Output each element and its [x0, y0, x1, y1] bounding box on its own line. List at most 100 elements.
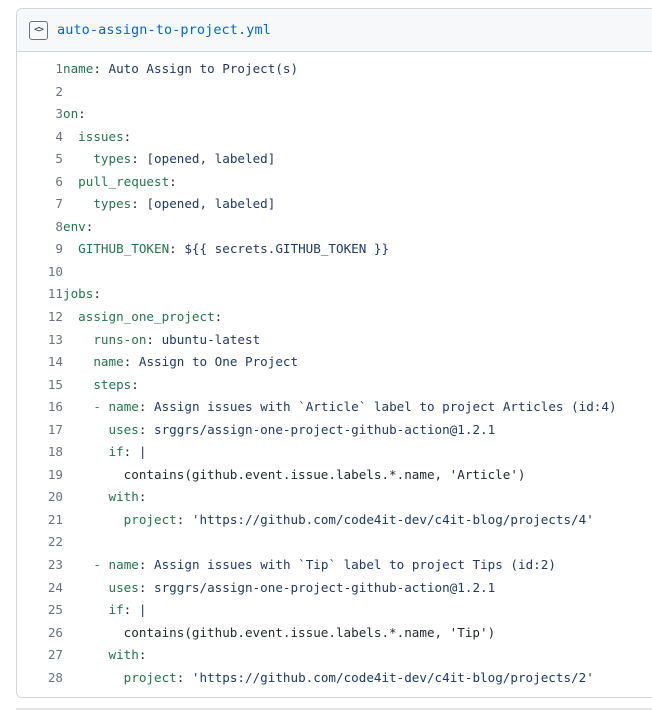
line-number: 23 — [47, 557, 63, 573]
code-line: 7 types: [opened, labeled] — [17, 193, 652, 216]
line-content[interactable]: steps: — [63, 374, 652, 397]
code-token-punct: : — [78, 106, 86, 122]
code-token-punct: : — [169, 241, 177, 257]
line-number: 4 — [55, 128, 63, 144]
line-number: 11 — [47, 286, 63, 302]
code-token-punct: : — [169, 173, 177, 189]
line-number: 17 — [47, 421, 63, 437]
line-content[interactable] — [63, 531, 652, 554]
line-number: 16 — [47, 399, 63, 415]
line-number: 24 — [47, 579, 63, 595]
line-content[interactable]: assign_one_project: — [63, 306, 652, 329]
line-content[interactable]: if: | — [63, 599, 652, 622]
code-token-key: assign_one_project — [78, 309, 215, 325]
line-content[interactable]: env: — [63, 216, 652, 239]
code-rows: 1 name: Auto Assign to Project(s) 2 3 on: 4 … — [17, 58, 652, 689]
line-number: 3 — [55, 106, 63, 122]
line-number: 7 — [55, 196, 63, 212]
code-token-val: Assign issues with `Tip` label to projec… — [146, 557, 556, 573]
code-line: 27 with: — [17, 644, 652, 667]
code-token-key: jobs — [63, 286, 94, 302]
line-content[interactable]: issues: — [63, 126, 652, 149]
code-line: 28 project: 'https://github.com/code4it-… — [17, 667, 652, 690]
line-content[interactable] — [63, 81, 652, 104]
line-content[interactable]: uses: srggrs/assign-one-project-github-a… — [63, 577, 652, 600]
code-token-punct: : — [131, 151, 139, 167]
code-token-val: srggrs/assign-one-project-github-action@… — [146, 421, 496, 437]
code-token-key: name — [108, 399, 139, 415]
line-content[interactable]: with: — [63, 644, 652, 667]
code-line: 26 contains(github.event.issue.labels.*.… — [17, 622, 652, 645]
code-token-val: Auto Assign to Project(s) — [100, 61, 299, 76]
code-line: 5 types: [opened, labeled] — [17, 148, 652, 171]
code-line: 12 assign_one_project: — [17, 306, 652, 329]
code-token-key: types — [93, 196, 132, 212]
code-token-punct: : — [85, 218, 94, 234]
code-token-val: Assign to One Project — [131, 354, 299, 370]
file-name-link[interactable]: auto-assign-to-project.yml — [57, 22, 271, 38]
line-content[interactable]: name: Assign to One Project — [63, 351, 652, 374]
code-token-key: uses — [108, 421, 139, 437]
line-number: 28 — [47, 669, 63, 685]
code-line: 25 if: | — [17, 599, 652, 622]
line-content[interactable]: project: 'https://github.com/code4it-dev… — [63, 667, 652, 690]
line-content[interactable]: types: [opened, labeled] — [63, 193, 652, 216]
line-content[interactable]: on: — [63, 103, 652, 126]
code-token-val: srggrs/assign-one-project-github-action@… — [146, 579, 496, 595]
code-file-card: <> auto-assign-to-project.yml 1 name: Aut… — [16, 8, 652, 699]
line-content[interactable]: - name: Assign issues with `Tip` label t… — [63, 554, 652, 577]
code-line: 2 — [17, 81, 652, 104]
line-number: 25 — [47, 602, 63, 618]
line-number: 26 — [47, 624, 63, 640]
code-token-key: runs-on — [93, 331, 147, 347]
line-number: 9 — [55, 241, 63, 257]
line-content[interactable]: pull_request: — [63, 171, 652, 194]
code-file-header: <> auto-assign-to-project.yml — [17, 9, 652, 52]
code-line: 14 name: Assign to One Project — [17, 351, 652, 374]
line-content[interactable]: contains(github.event.issue.labels.*.nam… — [63, 622, 652, 645]
code-token-punct: : — [131, 196, 139, 212]
line-content[interactable]: if: | — [63, 441, 652, 464]
code-token-dash: - — [93, 557, 101, 573]
line-number: 1 — [55, 61, 63, 76]
code-token-val: | — [131, 602, 147, 618]
code-token-punct: : — [146, 331, 155, 347]
line-content[interactable]: types: [opened, labeled] — [63, 148, 652, 171]
code-line: 4 issues: — [17, 126, 652, 149]
line-content[interactable]: GITHUB_TOKEN: ${{ secrets.GITHUB_TOKEN }… — [63, 238, 652, 261]
code-token-key: with — [108, 647, 139, 663]
line-content[interactable]: contains(github.event.issue.labels.*.nam… — [63, 464, 652, 487]
line-content[interactable]: project: 'https://github.com/code4it-dev… — [63, 509, 652, 532]
line-number: 14 — [47, 354, 63, 370]
code-token-punct: : — [138, 647, 147, 663]
line-number: 8 — [55, 218, 63, 234]
code-line: 20 with: — [17, 486, 652, 509]
code-token-key: steps — [93, 376, 132, 392]
line-content[interactable]: runs-on: ubuntu-latest — [63, 329, 652, 352]
code-embed-icon: <> — [29, 20, 48, 40]
code-token-key: env — [63, 218, 86, 234]
code-token-key: name — [108, 557, 139, 573]
line-content[interactable]: jobs: — [63, 283, 652, 306]
line-content[interactable] — [63, 261, 652, 284]
line-content[interactable]: - name: Assign issues with `Article` lab… — [63, 396, 652, 419]
code-token-punct: : — [131, 376, 139, 392]
line-number: 22 — [47, 534, 63, 550]
line-content[interactable]: name: Auto Assign to Project(s) — [63, 58, 652, 81]
code-line: 18 if: | — [17, 441, 652, 464]
line-number: 20 — [47, 489, 63, 505]
code-token-punct: : — [93, 61, 101, 76]
line-content[interactable]: uses: srggrs/assign-one-project-github-a… — [63, 419, 652, 442]
code-token-val: ${{ secrets.GITHUB_TOKEN }} — [176, 241, 390, 257]
line-number: 2 — [55, 83, 63, 99]
line-content[interactable]: with: — [63, 486, 652, 509]
